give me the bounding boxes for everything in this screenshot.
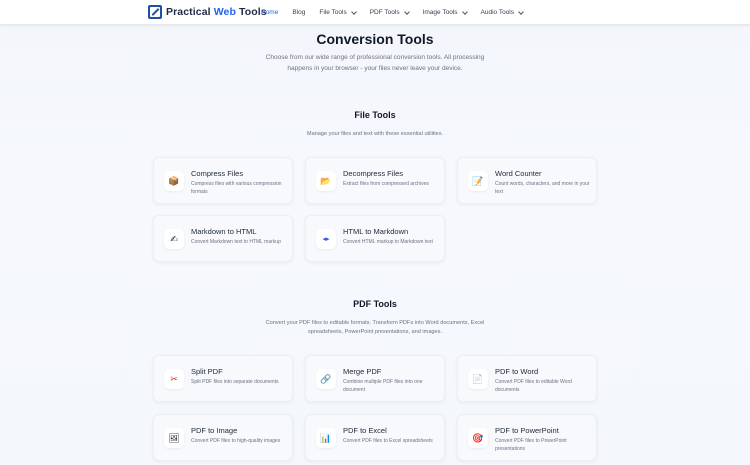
tool-card-pdf-to-powerpoint[interactable]: 🎯 PDF to PowerPoint Convert PDF files to… — [457, 414, 597, 461]
pdf-tools-heading: PDF Tools — [353, 299, 397, 309]
writing-hand-icon: ✍ — [164, 229, 184, 249]
document-icon: 📄 — [468, 369, 488, 389]
nav-pdf-tools-label: PDF Tools — [369, 9, 400, 16]
nav-audio-tools-dropdown[interactable]: Audio Tools — [480, 8, 524, 16]
brand-name: Practical Web Tools — [166, 6, 267, 18]
card-title: HTML to Markdown — [343, 227, 409, 236]
card-description: Convert Markdown text to HTML markup — [191, 239, 281, 245]
card-description: Count words, characters, and more in you… — [495, 181, 590, 195]
card-description: Convert PDF files to PowerPoint presenta… — [495, 438, 567, 452]
nav-pdf-tools-dropdown[interactable]: PDF Tools — [369, 8, 410, 16]
pdf-tools-description: Convert your PDF files to editable forma… — [265, 320, 485, 335]
chevron-down-icon — [518, 8, 524, 15]
card-description: Split PDF files into separate documents — [191, 379, 279, 385]
tool-card-pdf-to-image[interactable]: 🖼 PDF to Image Convert PDF files to high… — [153, 414, 293, 461]
chevron-down-icon — [350, 8, 357, 15]
card-title: PDF to PowerPoint — [495, 426, 559, 435]
brand-link[interactable]: Practical Web Tools — [148, 5, 267, 19]
nav-blog-label: Blog — [292, 9, 306, 16]
nav-audio-tools-label: Audio Tools — [480, 9, 515, 16]
link-icon: 🔗 — [316, 369, 336, 389]
tool-card-markdown-to-html[interactable]: ✍ Markdown to HTML Convert Markdown text… — [153, 215, 293, 262]
card-description: Compress files with various compression … — [191, 181, 282, 195]
nav-file-tools-label: File Tools — [319, 9, 347, 16]
card-description: Convert PDF files to editable Word docum… — [495, 379, 572, 393]
tool-card-compress-files[interactable]: 📦 Compress Files Compress files with var… — [153, 157, 293, 204]
top-navbar: Practical Web Tools Home Blog File Tools… — [0, 0, 750, 25]
card-title: PDF to Word — [495, 367, 539, 376]
card-title: Compress Files — [191, 169, 244, 178]
card-title: Word Counter — [495, 169, 542, 178]
tool-card-pdf-to-excel[interactable]: 📊 PDF to Excel Convert PDF files to Exce… — [305, 414, 445, 461]
card-description: Convert HTML markup to Markdown text — [343, 239, 433, 245]
nav-home-label: Home — [261, 9, 279, 16]
brand-prefix: Practical — [166, 6, 214, 18]
page-title: Conversion Tools — [316, 31, 434, 47]
nav-links: Home Blog File Tools PDF Tools Image Too… — [261, 0, 537, 25]
chevron-down-icon — [461, 8, 468, 15]
picture-icon: 🖼 — [164, 428, 184, 448]
file-tools-heading: File Tools — [354, 110, 396, 120]
card-description: Combine multiple PDF files into one docu… — [343, 379, 423, 393]
card-description: Convert PDF files to Excel spreadsheets — [343, 438, 433, 444]
card-description: Convert PDF files to high-quality images — [191, 438, 281, 444]
card-title: Merge PDF — [343, 367, 382, 376]
folder-open-icon: 📂 — [316, 171, 336, 191]
nav-image-tools-label: Image Tools — [422, 9, 458, 16]
brand-accent: Web — [213, 6, 236, 18]
chevron-down-icon — [403, 8, 410, 15]
logo-icon — [148, 5, 162, 19]
file-tools-description: Manage your files and text with these es… — [306, 131, 444, 137]
tool-card-merge-pdf[interactable]: 🔗 Merge PDF Combine multiple PDF files i… — [305, 355, 445, 402]
nav-blog-link[interactable]: Blog — [292, 9, 305, 16]
tool-card-split-pdf[interactable]: ✂ Split PDF Split PDF files into separat… — [153, 355, 293, 402]
target-icon: 🎯 — [468, 428, 488, 448]
nav-home-link[interactable]: Home — [261, 9, 278, 16]
code-arrows-icon: ◂▸ — [316, 229, 336, 249]
tool-card-decompress-files[interactable]: 📂 Decompress Files Extract files from co… — [305, 157, 445, 204]
card-title: Decompress Files — [343, 169, 404, 178]
nav-image-tools-dropdown[interactable]: Image Tools — [422, 8, 468, 16]
package-icon: 📦 — [164, 171, 184, 191]
tool-card-pdf-to-word[interactable]: 📄 PDF to Word Convert PDF files to edita… — [457, 355, 597, 402]
scissors-icon: ✂ — [164, 369, 184, 389]
nav-file-tools-dropdown[interactable]: File Tools — [319, 8, 357, 16]
memo-icon: 📝 — [468, 171, 488, 191]
card-title: Markdown to HTML — [191, 227, 257, 236]
tool-card-word-counter[interactable]: 📝 Word Counter Count words, characters, … — [457, 157, 597, 204]
card-title: PDF to Image — [191, 426, 238, 435]
card-title: Split PDF — [191, 367, 223, 376]
page-subtitle: Choose from our wide range of profession… — [265, 54, 485, 72]
tool-card-html-to-markdown[interactable]: ◂▸ HTML to Markdown Convert HTML markup … — [305, 215, 445, 262]
bar-chart-icon: 📊 — [316, 428, 336, 448]
card-description: Extract files from compressed archives — [343, 181, 429, 187]
card-title: PDF to Excel — [343, 426, 387, 435]
